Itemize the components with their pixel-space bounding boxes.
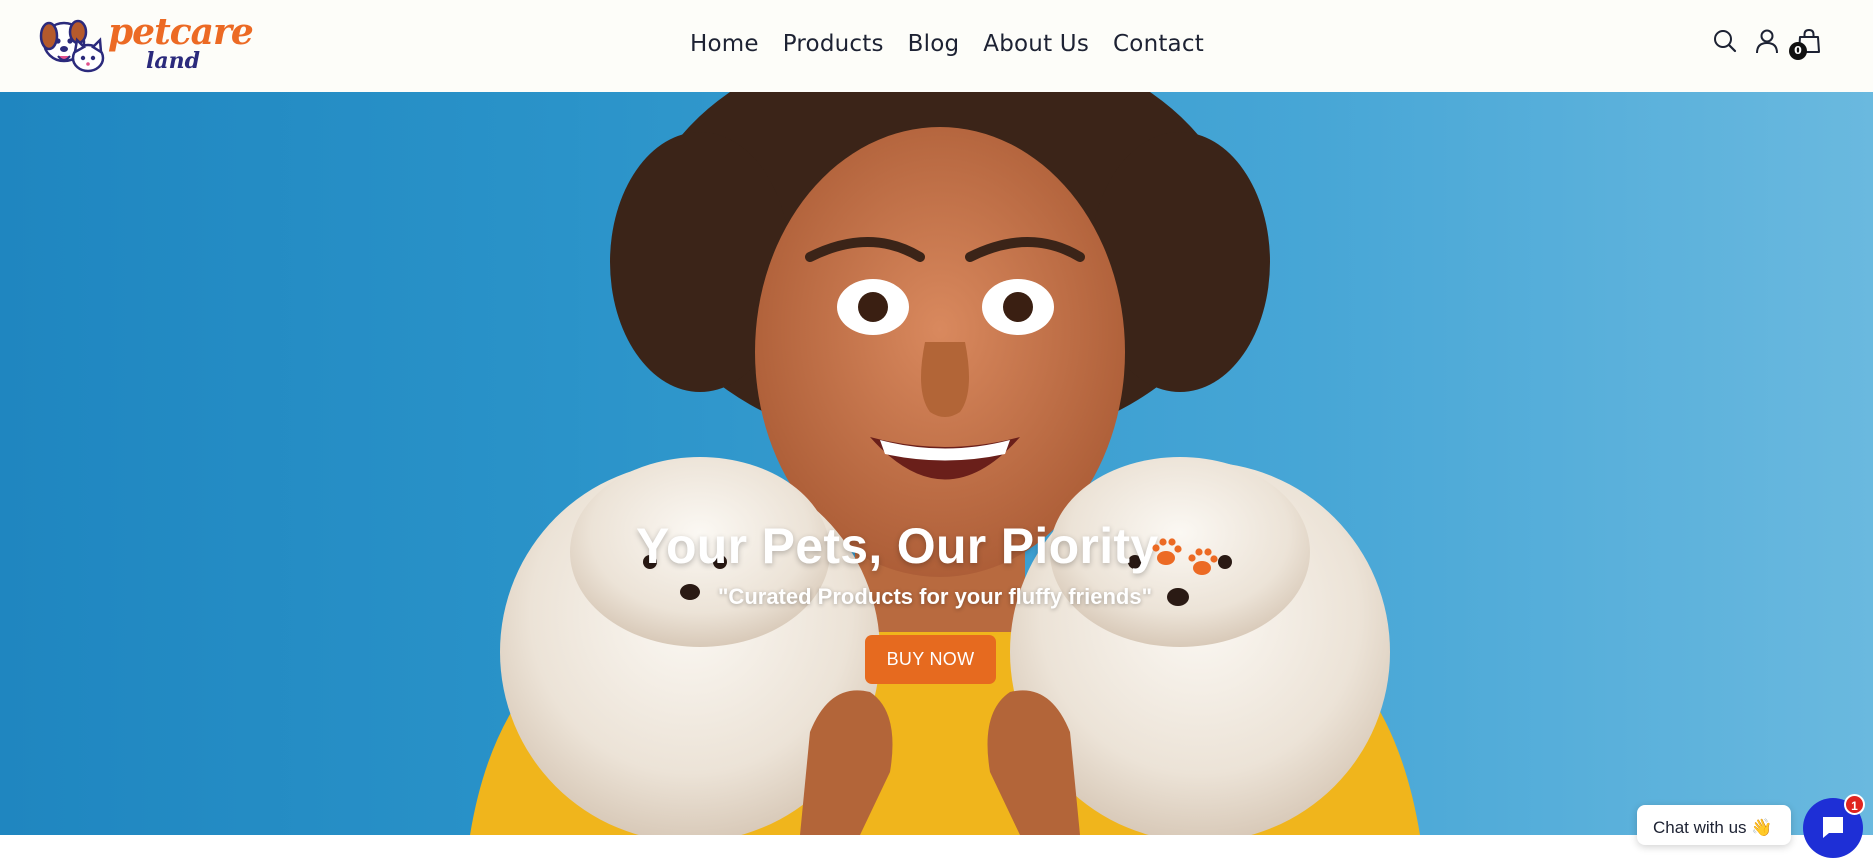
nav-item-blog[interactable]: Blog — [908, 31, 960, 57]
nav-item-home[interactable]: Home — [690, 31, 759, 57]
logo-wordmark-secondary: land — [146, 48, 200, 74]
hero-photo-woman-with-puppies — [470, 92, 1420, 835]
main-nav: Home Products Blog About Us Contact — [690, 26, 1204, 62]
chat-icon — [1823, 817, 1843, 838]
account-icon[interactable] — [1754, 28, 1780, 54]
hero-subtitle: "Curated Products for your fluffy friend… — [718, 584, 1153, 609]
shopping-bag-icon[interactable]: 0 — [1789, 28, 1822, 60]
buy-now-button[interactable]: BUY NOW — [865, 635, 996, 684]
site-header: petcare land Home Products Blog About Us… — [0, 0, 1873, 92]
site-logo[interactable]: petcare land — [38, 12, 254, 76]
nav-item-about-us[interactable]: About Us — [983, 31, 1089, 57]
hero-banner: Your Pets, Our Piority "Curated Products… — [0, 92, 1873, 835]
nav-item-products[interactable]: Products — [783, 31, 884, 57]
chat-prompt[interactable]: Chat with us 👋 — [1637, 805, 1791, 845]
logo-wordmark: petcare — [108, 11, 254, 53]
nav-item-contact[interactable]: Contact — [1113, 31, 1204, 57]
header-actions: 0 — [1712, 28, 1822, 60]
cart-count-badge: 0 — [1789, 42, 1807, 60]
dog-and-cat-mascot-icon — [39, 19, 105, 73]
chat-unread-badge: 1 — [1844, 794, 1865, 815]
search-icon[interactable] — [1712, 28, 1738, 54]
hero-title: Your Pets, Our Piority — [636, 518, 1159, 574]
paw-prints-icon — [1152, 538, 1218, 575]
